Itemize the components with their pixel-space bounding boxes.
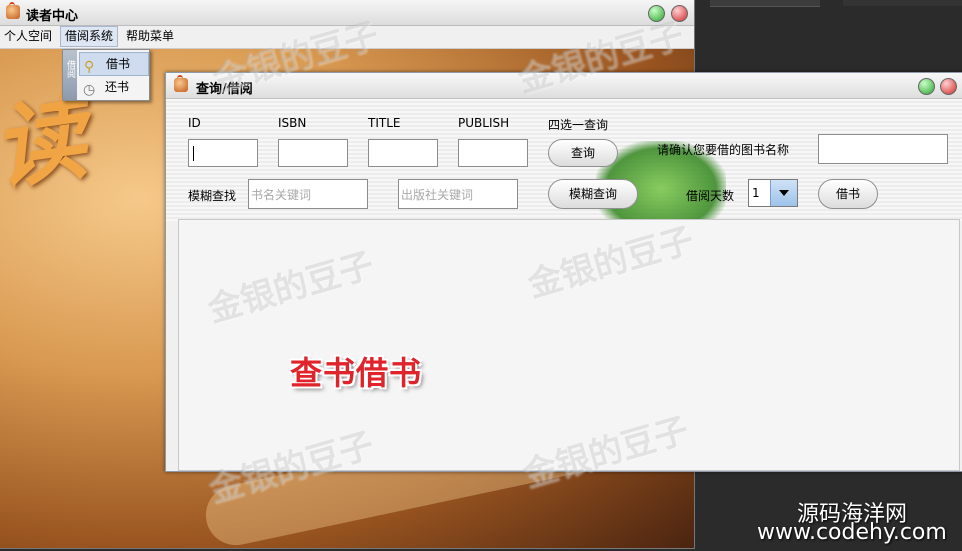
menu-item-return-label: 还书 [105,80,130,94]
publish-input[interactable] [458,139,528,167]
days-label: 借阅天数 [686,189,735,203]
overlay-caption: 查书借书 [290,354,423,392]
confirm-book-name-input[interactable] [818,134,948,164]
menu-item-borrow[interactable]: ⚲ 借书 [79,52,149,76]
chevron-down-icon[interactable] [770,180,797,206]
fuzzy-label: 模糊查找 [188,189,237,203]
menu-item-return[interactable]: ◷ 还书 [79,76,147,98]
title-input[interactable] [368,139,438,167]
book-keyword-input[interactable]: 书名关键词 [248,179,368,209]
id-input[interactable] [188,139,258,167]
query-button[interactable]: 查询 [548,139,618,167]
java-cup-icon [6,2,20,19]
dark-tab-strip-2 [843,0,962,6]
isbn-input[interactable] [278,139,348,167]
days-value: 1 [752,186,760,200]
confirm-label: 请确认您要借的图书名称 [657,143,790,157]
main-window-title: 读者中心 [26,9,79,24]
menu-bar: 个人空间 借阅系统 帮助菜单 [0,26,694,49]
menu-help[interactable]: 帮助菜单 [122,26,178,47]
publisher-keyword-placeholder: 出版社关键词 [401,188,474,202]
query-form: ID ISBN TITLE PUBLISH 四选一查询 查询 请确认您要借的图书… [166,99,962,221]
query-borrow-window: 查询/借阅 ID ISBN TITLE PUBLISH 四选一查询 查询 请确认… [165,72,962,472]
brand-watermark: 源码海洋网 www.codehy.com [757,496,962,551]
menu-personal-space[interactable]: 个人空间 [0,26,56,47]
popup-side-text: 借阅 [65,60,75,78]
inner-window-title: 查询/借阅 [196,82,253,97]
label-isbn: ISBN [278,116,307,130]
query-hint: 四选一查询 [548,118,609,132]
main-title-bar[interactable]: 读者中心 [0,0,694,26]
label-publish: PUBLISH [458,116,510,130]
maximize-button[interactable] [648,5,665,22]
label-id: ID [188,116,201,130]
inner-maximize-button[interactable] [918,78,935,95]
clock-icon: ◷ [83,82,96,98]
days-select[interactable]: 1 [748,179,798,207]
menu-item-borrow-label: 借书 [106,57,131,71]
publisher-keyword-input[interactable]: 出版社关键词 [398,179,518,209]
menu-borrow-system[interactable]: 借阅系统 [60,26,119,47]
label-title: TITLE [368,116,401,130]
borrow-system-dropdown: 借阅 ⚲ 借书 ◷ 还书 [62,49,150,101]
inner-title-bar[interactable]: 查询/借阅 [166,73,962,99]
fuzzy-query-button[interactable]: 模糊查询 [548,179,638,209]
borrow-button[interactable]: 借书 [818,179,878,209]
book-keyword-placeholder: 书名关键词 [251,188,312,202]
popup-side-strip: 借阅 [63,50,77,100]
brand-url: www.codehy.com [757,520,947,545]
close-button[interactable] [671,5,688,22]
results-table-area[interactable] [178,219,960,471]
inner-close-button[interactable] [940,78,957,95]
dark-tab-strip [710,0,820,7]
java-cup-icon [174,75,188,92]
key-icon: ⚲ [84,59,95,75]
